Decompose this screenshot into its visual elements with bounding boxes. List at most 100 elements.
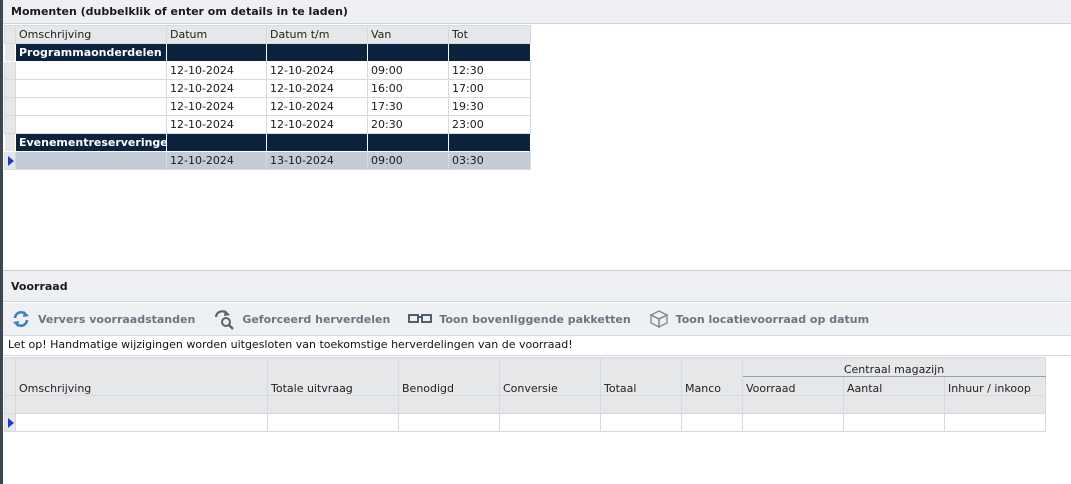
force-redistribute-button[interactable]: Geforceerd herverdelen [213,308,390,330]
col-benodigd[interactable]: Benodigd [398,357,500,396]
cell-tot[interactable]: 19:30 [448,97,531,116]
filter-cell[interactable] [600,395,682,414]
group-name: Evenementreserveringen [15,133,167,152]
cell-datum-tm[interactable]: 12-10-2024 [266,61,368,80]
filter-cell[interactable] [681,395,743,414]
window-left-border [0,0,3,484]
cell[interactable] [943,413,1047,432]
cell-van[interactable]: 20:30 [367,115,449,134]
table-row[interactable]: 12-10-2024 12-10-2024 16:00 17:00 [4,79,531,98]
warning-message: Let op! Handmatige wijzigingen worden ui… [8,338,573,351]
cell-van[interactable]: 17:30 [367,97,449,116]
divider [3,355,1071,356]
cell[interactable] [600,413,682,432]
col-inhuur-inkoop[interactable]: Inhuur / inkoop [943,376,1047,396]
cell-van[interactable]: 16:00 [367,79,449,98]
cell[interactable] [398,413,500,432]
cell-datum-tm[interactable]: 12-10-2024 [266,97,368,116]
voorraad-title: Voorraad [11,279,68,293]
col-datum[interactable]: Datum [166,25,267,44]
cell-omschrijving[interactable] [15,115,167,134]
col-group-centraal-magazijn: Centraal magazijn [741,357,1047,377]
col-aantal[interactable]: Aantal [843,376,945,396]
col-omschrijving[interactable]: Omschrijving [15,25,167,44]
filter-cell[interactable] [943,395,1047,414]
cell-datum[interactable]: 12-10-2024 [166,79,267,98]
cell[interactable] [499,413,601,432]
group-cell [166,43,267,62]
filter-cell[interactable] [267,395,399,414]
show-location-stock-button[interactable]: Toon locatievoorraad op datum [649,309,869,329]
table-row[interactable]: 12-10-2024 12-10-2024 20:30 23:00 [4,115,531,134]
filter-cell[interactable] [843,395,945,414]
group-cell [166,133,267,152]
show-packages-label: Toon bovenliggende pakketten [439,312,631,326]
cell-tot[interactable]: 17:00 [448,79,531,98]
cell-van[interactable]: 09:00 [367,61,449,80]
current-row-arrow-icon [8,156,14,166]
row-selector-header [4,25,16,44]
cell-omschrijving[interactable] [15,61,167,80]
show-packages-button[interactable]: Toon bovenliggende pakketten [408,312,631,326]
cell-datum-tm[interactable]: 13-10-2024 [266,151,368,170]
group-cell [367,43,449,62]
cell-omschrijving[interactable] [15,151,167,170]
table-row[interactable] [4,413,1047,432]
filter-cell[interactable] [742,395,844,414]
momenten-grid[interactable]: Omschrijving Datum Datum t/m Van Tot Pro… [4,25,531,170]
group-cell [448,133,531,152]
filter-cell[interactable] [499,395,601,414]
row-selector [4,151,16,170]
row-selector [4,43,16,62]
col-voorraad[interactable]: Voorraad [742,376,844,396]
col-manco[interactable]: Manco [681,357,743,396]
cell-omschrijving[interactable] [15,97,167,116]
filter-row[interactable] [4,395,1047,414]
col-datum-tm[interactable]: Datum t/m [266,25,368,44]
cell-datum-tm[interactable]: 12-10-2024 [266,115,368,134]
col-conversie[interactable]: Conversie [499,357,601,396]
group-row[interactable]: Evenementreserveringen [4,133,531,152]
cell[interactable] [742,413,844,432]
cell-omschrijving[interactable] [15,79,167,98]
cell[interactable] [843,413,945,432]
group-cell [266,133,368,152]
cell-van[interactable]: 09:00 [367,151,449,170]
group-row[interactable]: Programmaonderdelen [4,43,531,62]
force-redistribute-icon [215,310,235,330]
col-omschrijving[interactable]: Omschrijving [15,357,268,396]
momenten-header-row: Omschrijving Datum Datum t/m Van Tot [4,25,531,44]
cell[interactable] [681,413,743,432]
filter-cell[interactable] [15,395,268,414]
cell[interactable] [267,413,399,432]
cell-datum[interactable]: 12-10-2024 [166,115,267,134]
table-row[interactable]: 12-10-2024 12-10-2024 17:30 19:30 [4,97,531,116]
col-totaal[interactable]: Totaal [600,357,682,396]
refresh-stock-button[interactable]: Ververs voorraadstanden [11,309,195,329]
momenten-title: Momenten (dubbelklik of enter om details… [11,5,348,18]
group-name: Programmaonderdelen [15,43,167,62]
cell-datum[interactable]: 12-10-2024 [166,97,267,116]
voorraad-toolbar: Ververs voorraadstanden Geforceerd herve… [3,303,1071,336]
col-tot[interactable]: Tot [448,25,531,44]
voorraad-grid[interactable]: Omschrijving Totale uitvraag Benodigd Co… [4,357,1047,432]
cell-tot[interactable]: 03:30 [448,151,531,170]
col-totale-uitvraag[interactable]: Totale uitvraag [267,357,399,396]
refresh-stock-label: Ververs voorraadstanden [38,312,196,326]
row-selector-header [4,357,16,396]
cell-tot[interactable]: 12:30 [448,61,531,80]
momenten-panel-header: Momenten (dubbelklik of enter om details… [3,0,1071,24]
col-van[interactable]: Van [367,25,449,44]
force-redistribute-label: Geforceerd herverdelen [242,312,391,326]
table-row[interactable]: 12-10-2024 12-10-2024 09:00 12:30 [4,61,531,80]
cell-datum[interactable]: 12-10-2024 [166,61,267,80]
cell-datum-tm[interactable]: 12-10-2024 [266,79,368,98]
row-selector [4,395,16,414]
cell[interactable] [15,413,268,432]
voorraad-group-header-row: Omschrijving Totale uitvraag Benodigd Co… [4,357,1047,396]
cell-tot[interactable]: 23:00 [448,115,531,134]
table-row[interactable]: 12-10-2024 13-10-2024 09:00 03:30 [4,151,531,170]
filter-cell[interactable] [398,395,500,414]
cell-datum[interactable]: 12-10-2024 [166,151,267,170]
voorraad-panel-header: Voorraad [3,270,1071,302]
